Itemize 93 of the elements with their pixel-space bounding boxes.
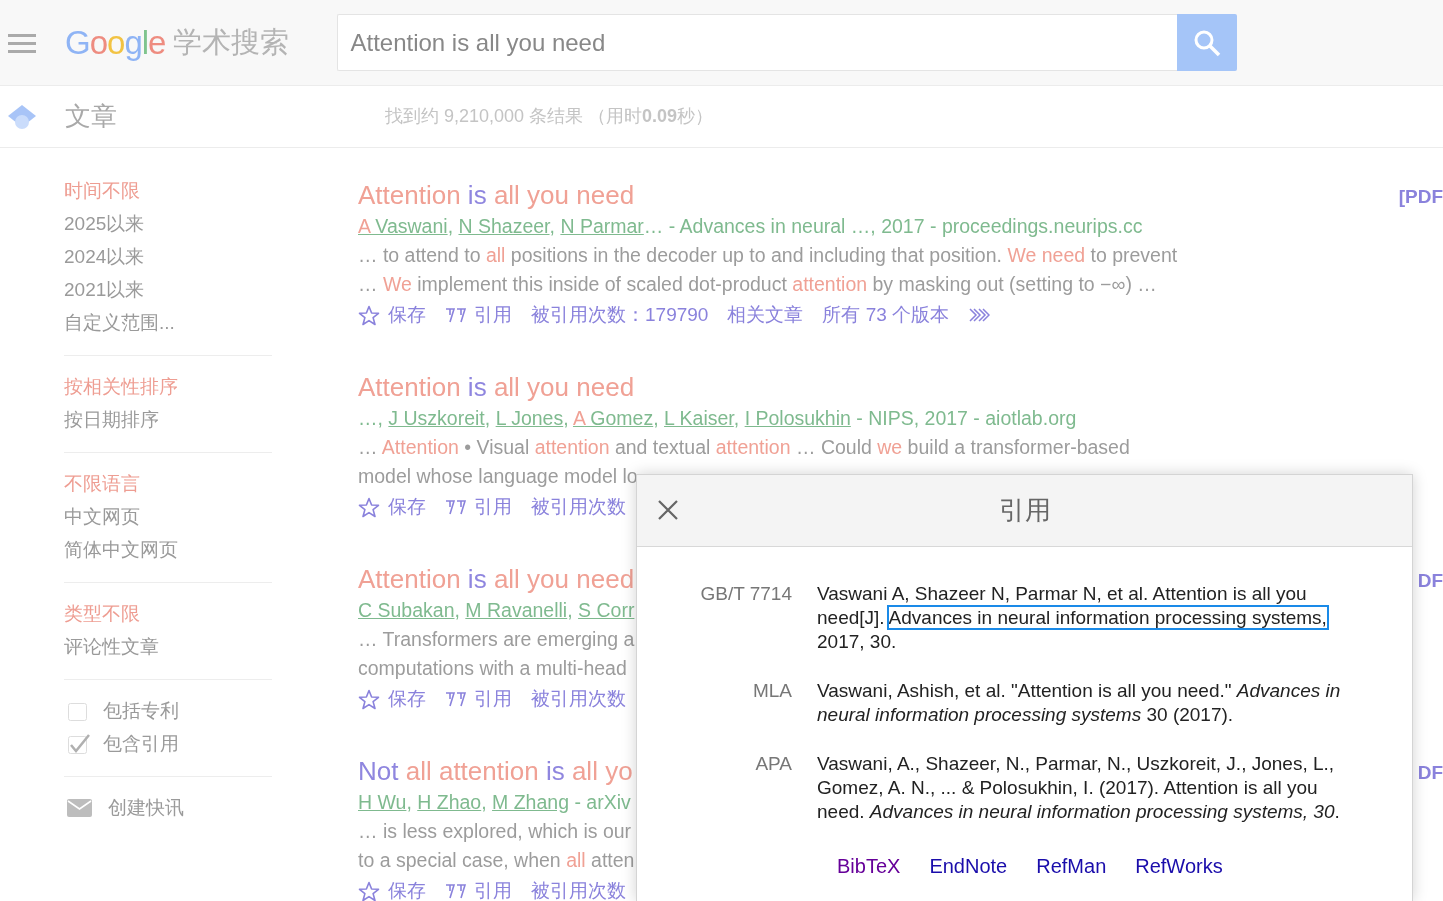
citation-style-label: GB/T 7714 [699,582,792,606]
author-line: …, J Uszkoreit, L Jones, A Gomez, L Kaiser, I Polosukhin - NIPS, 2017 - aiotlab.org [358,406,1077,431]
star-icon[interactable] [358,688,380,710]
author-line: C Subakan, M Ravanelli, S Corr [358,598,635,623]
snippet-text: … Attention • Visual attention and textual attention … Could we build a transformer-based [358,435,1130,460]
snippet-text: … We implement this inside of scaled dot-product attention by masking out (setting to −∞) … [358,272,1157,297]
search-button[interactable] [1177,14,1238,71]
snippet-text: … is less explored, which is our [358,819,632,844]
search-field[interactable]: Attention is all you need [337,14,1178,71]
result-title-link[interactable]: Not all attention is all yo [358,755,633,787]
cite-link[interactable]: 引用 [474,875,512,901]
dialog-title: 引用 [998,494,1051,527]
filter-link[interactable]: 2025以来 [64,207,272,240]
author-link[interactable]: C Subakan [358,599,455,621]
snippet-text: … to attend to all positions in the decoder up to and including that position. We need to prevent [358,243,1178,268]
star-icon[interactable] [358,304,380,326]
checkbox-label[interactable]: 包括专利 [103,694,179,727]
save-link[interactable]: 保存 [388,683,426,715]
author-link[interactable]: N Shazeer [458,215,550,237]
result-stats: 找到约 9,210,000 条结果 （用时0.09秒） [385,105,714,128]
cite-link[interactable]: 引用 [474,491,512,523]
logo[interactable]: Google [65,17,166,68]
cite-link[interactable]: 引用 [474,683,512,715]
all-versions-link[interactable]: 所有 73 个版本 [822,299,950,331]
author-link[interactable]: M Zhang [492,791,569,813]
filter-link[interactable]: 按相关性排序 [64,370,272,403]
pdf-link[interactable]: DF [1417,567,1443,596]
citation-text: Vaswani, Ashish, et al. "Attention is all you need." Advances in neural information processing systems 30 (2017). [817,679,1342,727]
product-name: 学术搜索 [173,24,290,60]
checkbox-label[interactable]: 包含引用 [103,727,179,760]
filter-link[interactable]: 时间不限 [64,174,272,207]
envelope-icon[interactable] [67,798,92,817]
close-icon[interactable] [657,499,679,521]
result-title-link[interactable]: Attention is all you need [358,179,635,211]
author-link[interactable]: A Vaswani [358,215,448,237]
author-link[interactable]: M Ravanelli [465,599,568,621]
filter-link[interactable]: 2024以来 [64,240,272,273]
export-link[interactable]: EndNote [929,851,1008,881]
snippet-text: … Transformers are emerging a [358,627,635,652]
quote-icon[interactable] [445,306,466,324]
double-chevron-icon[interactable] [968,307,991,323]
quote-icon[interactable] [445,498,466,516]
search-icon [1193,28,1222,57]
author-link[interactable]: S Corr [578,599,635,621]
star-icon[interactable] [358,880,380,901]
pdf-link[interactable]: [PDF [1398,183,1443,212]
menu-icon[interactable] [8,32,36,53]
pdf-link[interactable]: DF [1417,759,1443,788]
snippet-text: computations with a multi-head [358,656,627,681]
author-link[interactable]: A Gomez [572,407,654,429]
author-line: A Vaswani, N Shazeer, N Parmar… - Advances in neural …, 2017 - proceedings.neurips.cc [358,214,1143,239]
result-title-link[interactable]: Attention is all you need [358,371,635,403]
cite-link[interactable]: 引用 [474,299,512,331]
cited-by-link[interactable]: 被引用次数：179790 [531,299,709,331]
cited-by-link[interactable]: 被引用次数 [531,875,626,901]
related-articles-link[interactable]: 相关文章 [727,299,804,331]
author-link[interactable]: J Uszkoreit [388,407,485,429]
citation-style-label: APA [754,752,792,776]
save-link[interactable]: 保存 [388,491,426,523]
export-link[interactable]: RefMan [1036,851,1107,881]
filter-link[interactable]: 类型不限 [64,597,272,630]
save-link[interactable]: 保存 [388,299,426,331]
author-link[interactable]: H Zhao [417,791,482,813]
author-link[interactable]: H Wu [358,791,407,813]
author-link[interactable]: L Jones [495,407,564,429]
cited-by-link[interactable]: 被引用次数 [531,683,626,715]
save-link[interactable]: 保存 [388,875,426,901]
citation-style-label: MLA [751,679,792,703]
filter-link[interactable]: 不限语言 [64,467,272,500]
export-link[interactable]: RefWorks [1135,851,1223,881]
filter-link[interactable]: 自定义范围... [64,306,272,339]
author-line: H Wu, H Zhao, M Zhang - arXiv [358,790,631,815]
filter-link[interactable]: 2021以来 [64,273,272,306]
citation-text: Vaswani A, Shazeer N, Parmar N, et al. Attention is all you need[J]. Advances in neural information processing systems, 2017, 30. [817,582,1328,654]
filter-link[interactable]: 简体中文网页 [64,533,272,566]
citation-text: Vaswani, A., Shazeer, N., Parmar, N., Uszkoreit, J., Jones, L., Gomez, A. N., ... & Polosukhin, I. (2017). Attention is all you need. Advances in neural information processing systems, 30. [817,752,1341,824]
author-link[interactable]: L Kaiser [664,407,734,429]
quote-icon[interactable] [445,690,466,708]
filter-link[interactable]: 中文网页 [64,500,272,533]
cited-by-link[interactable]: 被引用次数 [531,491,626,523]
quote-icon[interactable] [445,882,466,900]
scholar-cap-icon [7,102,37,131]
checkbox[interactable] [67,732,91,755]
author-link[interactable]: I Polosukhin [744,407,851,429]
result-title-link[interactable]: Attention is all you need [358,563,635,595]
section-title: 文章 [65,100,117,133]
snippet-text: to a special case, when all atten [358,848,635,873]
create-alert-link[interactable]: 创建快讯 [108,791,184,824]
export-link[interactable]: BibTeX [837,851,901,881]
author-link[interactable]: N Parmar [560,215,644,237]
filter-link[interactable]: 评论性文章 [64,630,272,663]
filter-link[interactable]: 按日期排序 [64,403,272,436]
star-icon[interactable] [358,496,380,518]
